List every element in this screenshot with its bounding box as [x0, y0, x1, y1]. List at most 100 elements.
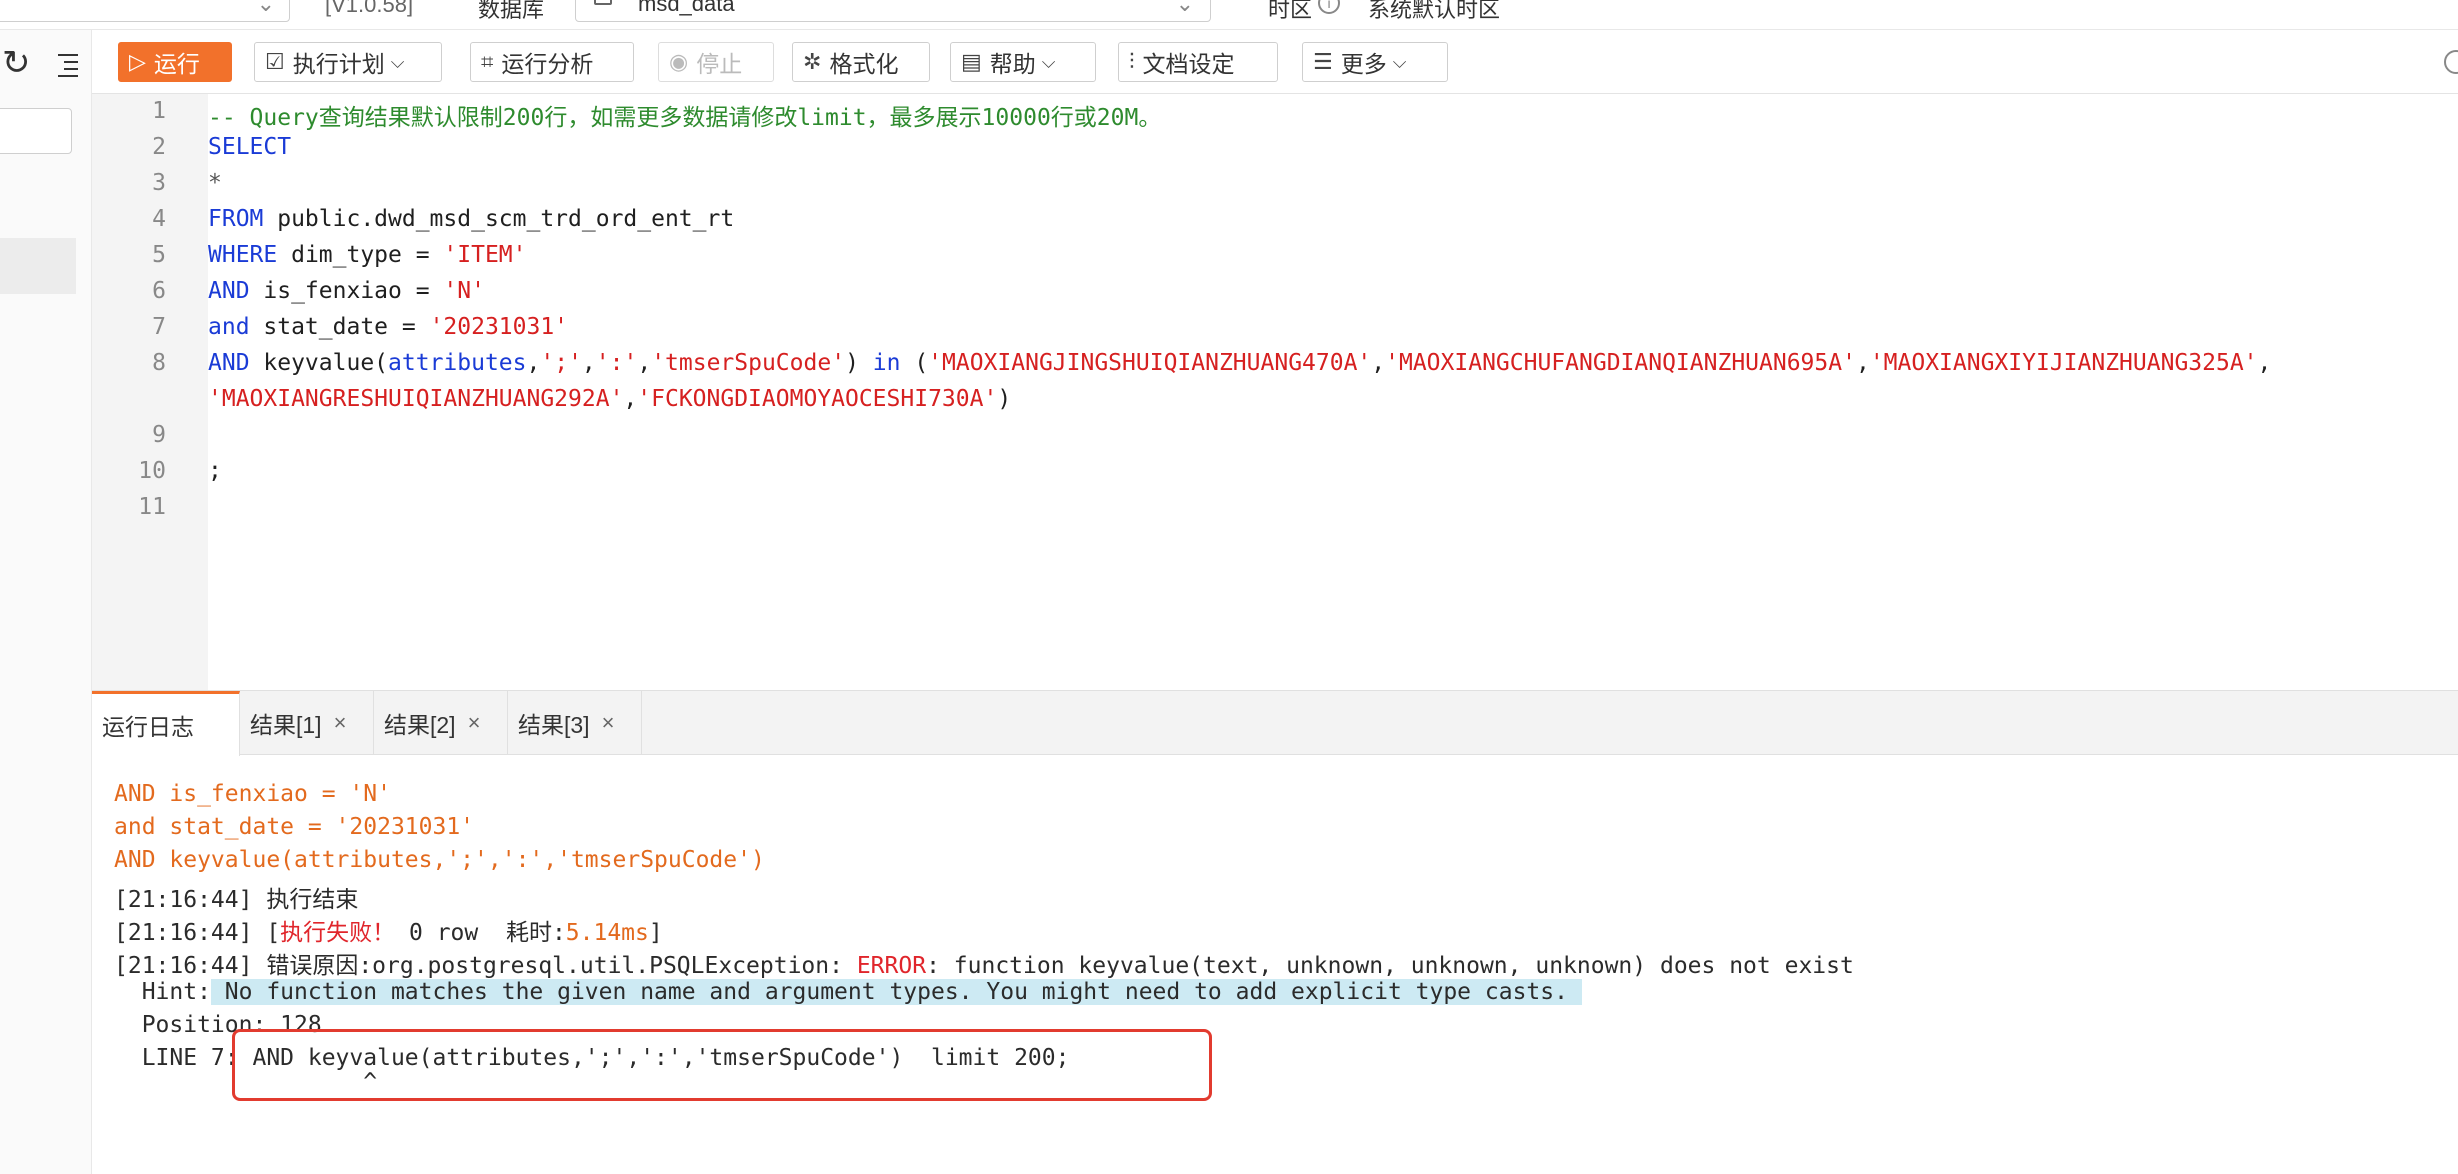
search-input[interactable] — [0, 108, 72, 154]
log-line: and stat_date = '20231031' — [114, 814, 475, 840]
sql-editor[interactable]: 1 2 3 4 5 6 7 8 9 10 11 -- Query查询结果默认限制… — [92, 94, 2458, 690]
log-text: Hint: — [114, 979, 211, 1005]
stop-circle-icon: ◉ — [669, 49, 689, 74]
stop-button[interactable]: ◉ 停止 — [658, 42, 774, 82]
top-bar: ⌄ [V1.0.58] 数据库 msd_data ⌄ 时区 i 系统默认时区 — [0, 0, 2458, 30]
results-panel: 运行日志 结果[1] × 结果[2] × 结果[3] × AND is_fenxiao… — [92, 690, 2458, 1174]
stop-label: 停止 — [696, 51, 743, 77]
code-line-keyvalue: AND keyvalue(attributes,';',':','tmserSp… — [208, 350, 2271, 376]
more-button[interactable]: ☰ 更多 ⌵ — [1302, 42, 1448, 82]
code-area[interactable]: -- Query查询结果默认限制200行，如需更多数据请修改limit，最多展示… — [208, 94, 2458, 690]
code-text: ) — [845, 350, 873, 376]
code-line-select: SELECT — [208, 134, 292, 160]
analyze-button[interactable]: ⌗ 运行分析 — [470, 42, 634, 82]
help-button[interactable]: ▤ 帮助 ⌵ — [950, 42, 1096, 82]
code-text: , — [2257, 350, 2272, 376]
results-tabs: 运行日志 结果[1] × 结果[2] × 结果[3] × — [92, 691, 2458, 756]
database-icon — [594, 0, 612, 5]
keyword: AND — [208, 278, 250, 304]
log-line: AND keyvalue(attributes,';',':','tmserSp… — [114, 847, 765, 873]
tab-label: 运行日志 — [102, 714, 194, 740]
format-label: 格式化 — [829, 51, 899, 77]
code-line-where: WHERE dim_type = 'ITEM' — [208, 242, 527, 268]
string-literal: 'MAOXIANGCHUFANGDIANQIANZHUAN695A' — [1385, 350, 1856, 376]
more-label: 更多 — [1340, 51, 1387, 77]
log-line: AND is_fenxiao = 'N' — [114, 781, 391, 807]
tab-result-3[interactable]: 结果[3] × — [508, 691, 642, 755]
code-text: , — [526, 350, 541, 376]
line-number: 10 — [138, 458, 166, 484]
code-line-and-date: and stat_date = '20231031' — [208, 314, 568, 340]
line-number: 9 — [152, 422, 166, 448]
outline-icon[interactable] — [50, 48, 80, 78]
keyword: AND — [208, 350, 250, 376]
string-literal: 'N' — [443, 278, 485, 304]
format-button[interactable]: ✲ 格式化 — [792, 42, 930, 82]
code-comment-line: -- Query查询结果默认限制200行，如需更多数据请修改limit，最多展示… — [208, 105, 1162, 131]
string-literal: 'FCKONGDIAOMOYAOCESHI730A' — [637, 386, 998, 412]
line-number: 11 — [138, 494, 166, 520]
code-text: is_fenxiao = — [249, 278, 444, 304]
close-icon[interactable]: × — [602, 710, 615, 736]
database-label: 数据库 — [478, 0, 545, 22]
tab-label: 结果[3] — [518, 712, 590, 738]
code-text: stat_date = — [249, 314, 430, 340]
exec-plan-label: 执行计划 — [292, 51, 385, 77]
tab-result-1[interactable]: 结果[1] × — [240, 691, 374, 755]
run-label: 运行 — [153, 51, 200, 77]
code-text: dim_type = — [277, 242, 444, 268]
info-icon[interactable]: i — [1318, 0, 1340, 14]
highlight-annotation-box — [232, 1029, 1212, 1101]
tab-run-log[interactable]: 运行日志 — [92, 691, 240, 756]
tab-result-2[interactable]: 结果[2] × — [374, 691, 508, 755]
exec-plan-button[interactable]: ☑ 执行计划 ⌵ — [254, 42, 442, 82]
tab-label: 结果[1] — [250, 712, 322, 738]
line-number: 7 — [152, 314, 166, 340]
string-literal: 'MAOXIANGXIYIJIANZHUANG325A' — [1869, 350, 2258, 376]
string-literal: ':' — [595, 350, 638, 376]
keyword: in — [872, 350, 901, 376]
log-text: : function keyvalue(text, unknown, unkno… — [926, 953, 1854, 979]
code-line-and: AND is_fenxiao = 'N' — [208, 278, 485, 304]
code-text: , — [1371, 350, 1386, 376]
code-line-semicolon: ; — [208, 458, 222, 484]
instance-select[interactable]: ⌄ — [0, 0, 290, 22]
line-number: 6 — [152, 278, 166, 304]
doc-settings-button[interactable]: ⫶ 文档设定 — [1118, 42, 1278, 82]
run-button[interactable]: ▷ 运行 — [118, 42, 232, 82]
info-icon[interactable] — [2444, 50, 2458, 74]
code-text: keyvalue( — [249, 350, 389, 376]
selected-list-item[interactable] — [0, 238, 76, 294]
magic-icon: ✲ — [803, 49, 822, 74]
tab-label: 结果[2] — [384, 712, 456, 738]
log-line: [21:16:44] 错误原因:org.postgresql.util.PSQL… — [114, 946, 1854, 980]
chevron-down-icon: ⌵ — [1392, 51, 1407, 72]
book-icon: ▤ — [961, 49, 982, 74]
log-line: Hint: No function matches the given name… — [114, 979, 1582, 1005]
string-literal: '20231031' — [429, 314, 569, 340]
toolbar: ▷ 运行 ☑ 执行计划 ⌵ ⌗ 运行分析 ◉ 停止 ✲ 格式化 ▤ 帮助 ⌵ ⫶ 文档设定 ☰ 更多… — [92, 30, 2458, 94]
string-literal: 'MAOXIANGJINGSHUIQIANZHUANG470A' — [928, 350, 1372, 376]
chevron-down-icon: ⌵ — [390, 51, 405, 72]
code-text: , — [1855, 350, 1870, 376]
doc-settings-label: 文档设定 — [1142, 51, 1235, 77]
refresh-icon[interactable]: ↻ — [2, 46, 31, 80]
chevron-down-icon: ⌵ — [1041, 51, 1056, 72]
hint-highlight: No function matches the given name and a… — [210, 979, 1582, 1005]
string-literal: 'ITEM' — [443, 242, 527, 268]
code-line-star: * — [208, 170, 222, 196]
keyword: FROM — [208, 206, 264, 232]
fail-status: 执行失败！ — [280, 920, 396, 946]
database-select[interactable]: msd_data ⌄ — [575, 0, 1211, 22]
timezone-value[interactable]: 系统默认时区 — [1368, 0, 1500, 24]
log-text: [21:16:44] 错误原因:org.postgresql.util.PSQL… — [114, 953, 857, 979]
close-icon[interactable]: × — [334, 710, 347, 736]
line-number: 1 — [152, 98, 166, 124]
sliders-icon: ⫶ — [1129, 49, 1135, 74]
run-log[interactable]: AND is_fenxiao = 'N' and stat_date = '20… — [92, 755, 2458, 1174]
elapsed-time: 5.14ms — [565, 920, 649, 946]
error-keyword: ERROR — [856, 953, 927, 979]
log-line: [21:16:44] [执行失败！ 0 row 耗时:5.14ms] — [114, 913, 663, 947]
line-number: 8 — [152, 350, 166, 376]
close-icon[interactable]: × — [468, 710, 481, 736]
